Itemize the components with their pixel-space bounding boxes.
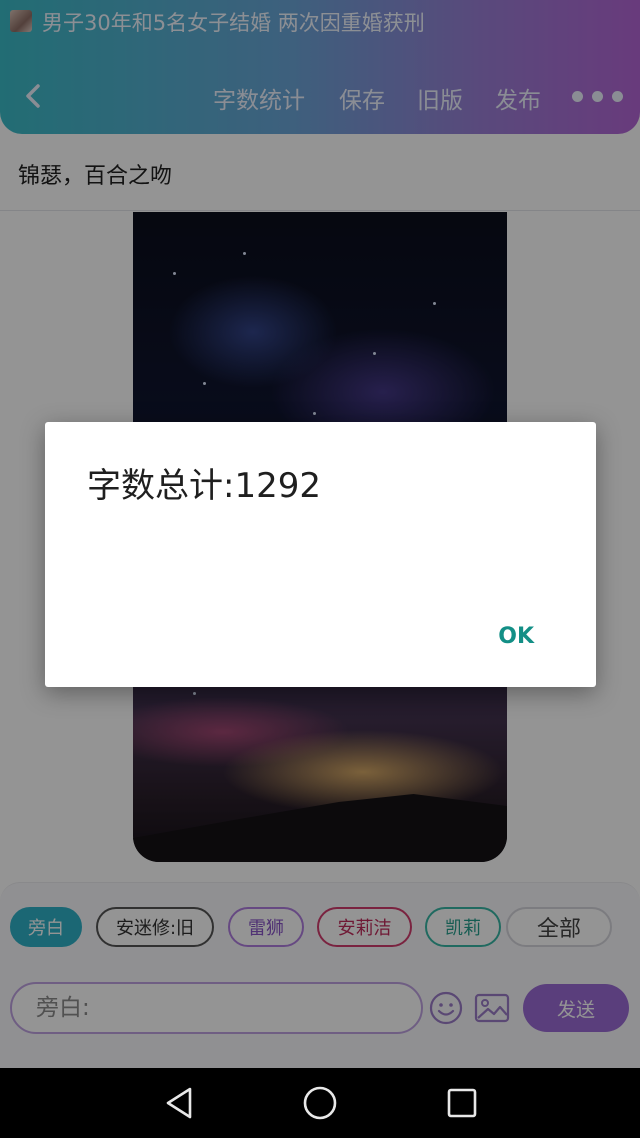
nav-back-icon[interactable] <box>162 1086 196 1120</box>
ok-button[interactable]: OK <box>498 624 534 649</box>
word-count-dialog: 字数总计:1292 OK <box>45 422 596 687</box>
nav-recent-icon[interactable] <box>447 1088 477 1118</box>
nav-home-icon[interactable] <box>302 1085 338 1121</box>
dialog-message: 字数总计:1292 <box>87 466 321 506</box>
